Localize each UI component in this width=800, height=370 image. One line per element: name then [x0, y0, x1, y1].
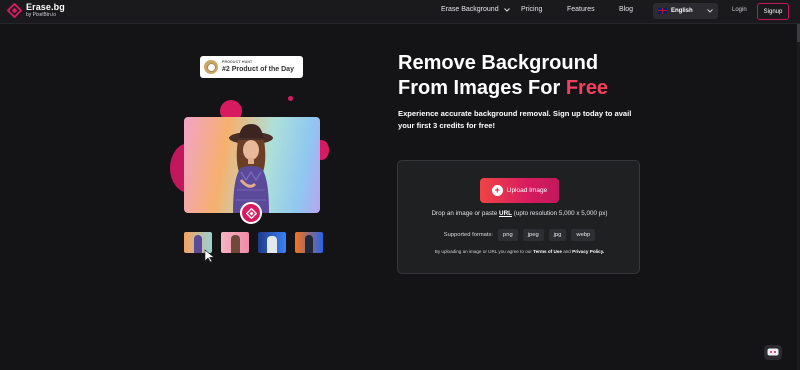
supported-formats: Supported formats: png jpeg jpg webp	[398, 229, 641, 241]
drop-instructions: Drop an image or paste URL (upto resolut…	[431, 210, 608, 217]
mouse-cursor-icon	[204, 249, 215, 263]
brand-name: Erase.bg	[26, 2, 65, 12]
brand-logo[interactable]: Erase.bg by PixelBin.io	[7, 3, 65, 18]
erase-bg-logo-icon	[245, 207, 257, 219]
page-subtitle: Experience accurate background removal. …	[398, 109, 632, 130]
decor-blob	[288, 96, 293, 101]
erase-action-button[interactable]	[240, 202, 262, 224]
sample-thumbnail[interactable]	[258, 232, 286, 253]
signup-button[interactable]: Signup	[757, 3, 789, 20]
format-chip: jpg	[548, 229, 567, 241]
top-nav: Erase.bg by PixelBin.io Erase Background…	[0, 0, 800, 24]
upload-card[interactable]: + Upload Image Drop an image or paste UR…	[397, 160, 640, 274]
upload-image-button[interactable]: + Upload Image	[480, 178, 559, 203]
nav-pricing[interactable]: Pricing	[521, 6, 542, 13]
chat-icon	[767, 348, 779, 356]
language-label: English	[671, 8, 693, 14]
nav-features[interactable]: Features	[567, 6, 595, 13]
format-chip: webp	[571, 229, 596, 241]
terms-of-use-link[interactable]: Terms of Use	[533, 249, 562, 254]
sample-thumbnail[interactable]	[221, 232, 249, 253]
product-hunt-badge[interactable]: PRODUCT HUNT #2 Product of the Day	[200, 56, 303, 78]
nav-blog[interactable]: Blog	[619, 6, 633, 13]
hero-image	[184, 117, 320, 213]
uk-flag-icon	[658, 8, 667, 14]
erase-bg-logo-icon	[7, 3, 22, 18]
medal-icon	[204, 60, 218, 74]
language-select[interactable]: English	[653, 3, 718, 19]
page-title: Remove Background From Images For Free	[398, 52, 609, 99]
nav-erase-background[interactable]: Erase Background	[441, 6, 510, 13]
terms-notice: By uploading an image or URL you agree t…	[434, 249, 605, 254]
login-link[interactable]: Login	[732, 7, 747, 13]
title-accent: Free	[565, 77, 609, 99]
sample-thumbnail[interactable]	[295, 232, 323, 253]
paste-url-link[interactable]: URL	[499, 210, 512, 217]
plus-icon: +	[491, 185, 503, 196]
chevron-down-icon	[503, 7, 510, 12]
privacy-policy-link[interactable]: Privacy Policy.	[572, 249, 604, 254]
chat-widget-button[interactable]	[764, 345, 782, 360]
woman-portrait	[229, 124, 273, 213]
format-chip: jpeg	[522, 229, 544, 241]
chevron-down-icon	[707, 9, 713, 13]
format-chip: png	[498, 229, 518, 241]
brand-sub: by PixelBin.io	[26, 12, 57, 18]
